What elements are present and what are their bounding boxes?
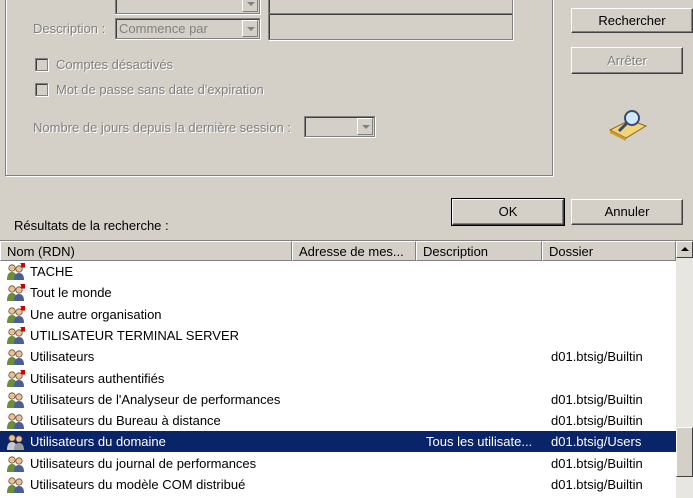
group-icon xyxy=(6,476,26,494)
chevron-down-icon[interactable] xyxy=(242,0,258,12)
item-folder: d01.btsig/Builtin xyxy=(551,413,643,429)
no-expiry-label: Mot de passe sans date d'expiration xyxy=(56,82,264,97)
vertical-scrollbar[interactable] xyxy=(676,241,693,498)
item-folder: d01.btsig/Builtin xyxy=(551,391,643,407)
item-name: Utilisateurs authentifiés xyxy=(30,370,165,386)
days-since-login-label: Nombre de jours depuis la dernière sessi… xyxy=(33,120,291,135)
group-icon xyxy=(6,391,26,409)
ok-button[interactable]: OK xyxy=(451,198,565,226)
list-item[interactable]: TACHE xyxy=(0,261,676,282)
cancel-button[interactable]: Annuler xyxy=(571,199,683,225)
item-name: UTILISATEUR TERMINAL SERVER xyxy=(30,327,240,343)
group-icon xyxy=(6,348,26,366)
description-mode-combo[interactable]: Commence par xyxy=(115,18,260,39)
days-since-login-combo[interactable] xyxy=(304,116,375,137)
search-animation-icon xyxy=(606,108,648,142)
special-group-icon xyxy=(6,326,26,345)
results-label: Résultats de la recherche : xyxy=(14,218,169,233)
special-group-icon xyxy=(6,263,26,281)
search-button[interactable]: Rechercher xyxy=(571,8,693,33)
name-field[interactable] xyxy=(268,0,513,14)
item-name: Une autre organisation xyxy=(30,306,162,322)
column-header-description[interactable]: Description xyxy=(416,241,542,261)
scroll-up-button[interactable] xyxy=(676,241,693,258)
item-name: Utilisateurs du Bureau à distance xyxy=(30,413,221,429)
description-label: Description : xyxy=(33,21,106,36)
special-group-icon xyxy=(6,305,26,324)
list-item[interactable]: Utilisateurs authentifiés xyxy=(0,368,676,389)
list-item[interactable]: Utilisateurs de l'Analyseur de performan… xyxy=(0,389,676,410)
list-item[interactable]: Utilisateurs du Bureau à distance d01.bt… xyxy=(0,410,676,431)
chevron-down-icon[interactable] xyxy=(357,118,373,135)
list-header: Nom (RDN) Adresse de mes... Description … xyxy=(0,241,676,261)
list-item[interactable]: Utilisateurs d01.btsig/Builtin xyxy=(0,346,676,367)
special-group-icon xyxy=(6,284,26,302)
column-header-folder[interactable]: Dossier xyxy=(542,241,676,261)
list-item[interactable]: Utilisateurs du journal de performances … xyxy=(0,453,676,474)
item-description: Tous les utilisate... xyxy=(426,434,533,450)
list-item[interactable]: Utilisateurs du modèle COM distribué d01… xyxy=(0,474,676,495)
group-icon xyxy=(6,412,26,430)
item-name: Utilisateurs de l'Analyseur de performan… xyxy=(30,391,281,407)
column-header-email[interactable]: Adresse de mes... xyxy=(292,241,416,261)
no-expiry-checkbox[interactable] xyxy=(35,83,48,96)
column-header-name[interactable]: Nom (RDN) xyxy=(0,241,292,261)
item-folder: d01.btsig/Builtin xyxy=(551,349,643,365)
item-folder: d01.btsig/Builtin xyxy=(551,477,643,492)
description-mode-value: Commence par xyxy=(119,21,208,36)
special-group-icon xyxy=(6,369,26,388)
item-name: Utilisateurs xyxy=(30,349,95,365)
item-name: Utilisateurs du modèle COM distribué xyxy=(30,477,246,492)
disabled-accounts-checkbox[interactable] xyxy=(35,58,48,71)
item-name: TACHE xyxy=(30,264,74,279)
item-folder: d01.btsig/Users xyxy=(551,434,642,450)
name-mode-combo[interactable] xyxy=(115,0,260,14)
scroll-thumb[interactable] xyxy=(676,427,693,477)
item-name: Utilisateurs du journal de performances xyxy=(30,455,257,471)
chevron-down-icon[interactable] xyxy=(242,20,258,37)
group-icon xyxy=(6,455,26,473)
list-item[interactable]: UTILISATEUR TERMINAL SERVER xyxy=(0,325,676,346)
list-item[interactable]: Une autre organisation xyxy=(0,304,676,325)
group-icon xyxy=(6,433,26,451)
item-folder: d01.btsig/Builtin xyxy=(551,455,643,471)
list-item[interactable]: Tout le monde xyxy=(0,282,676,303)
item-name: Utilisateurs du domaine xyxy=(30,434,166,450)
results-list[interactable]: Nom (RDN) Adresse de mes... Description … xyxy=(0,240,693,498)
disabled-accounts-label: Comptes désactivés xyxy=(56,57,174,72)
description-field[interactable] xyxy=(268,13,513,40)
stop-button[interactable]: Arrêter xyxy=(571,47,683,74)
item-name: Tout le monde xyxy=(30,285,112,301)
list-item[interactable]: Utilisateurs du domaine Tous les utilisa… xyxy=(0,431,676,453)
